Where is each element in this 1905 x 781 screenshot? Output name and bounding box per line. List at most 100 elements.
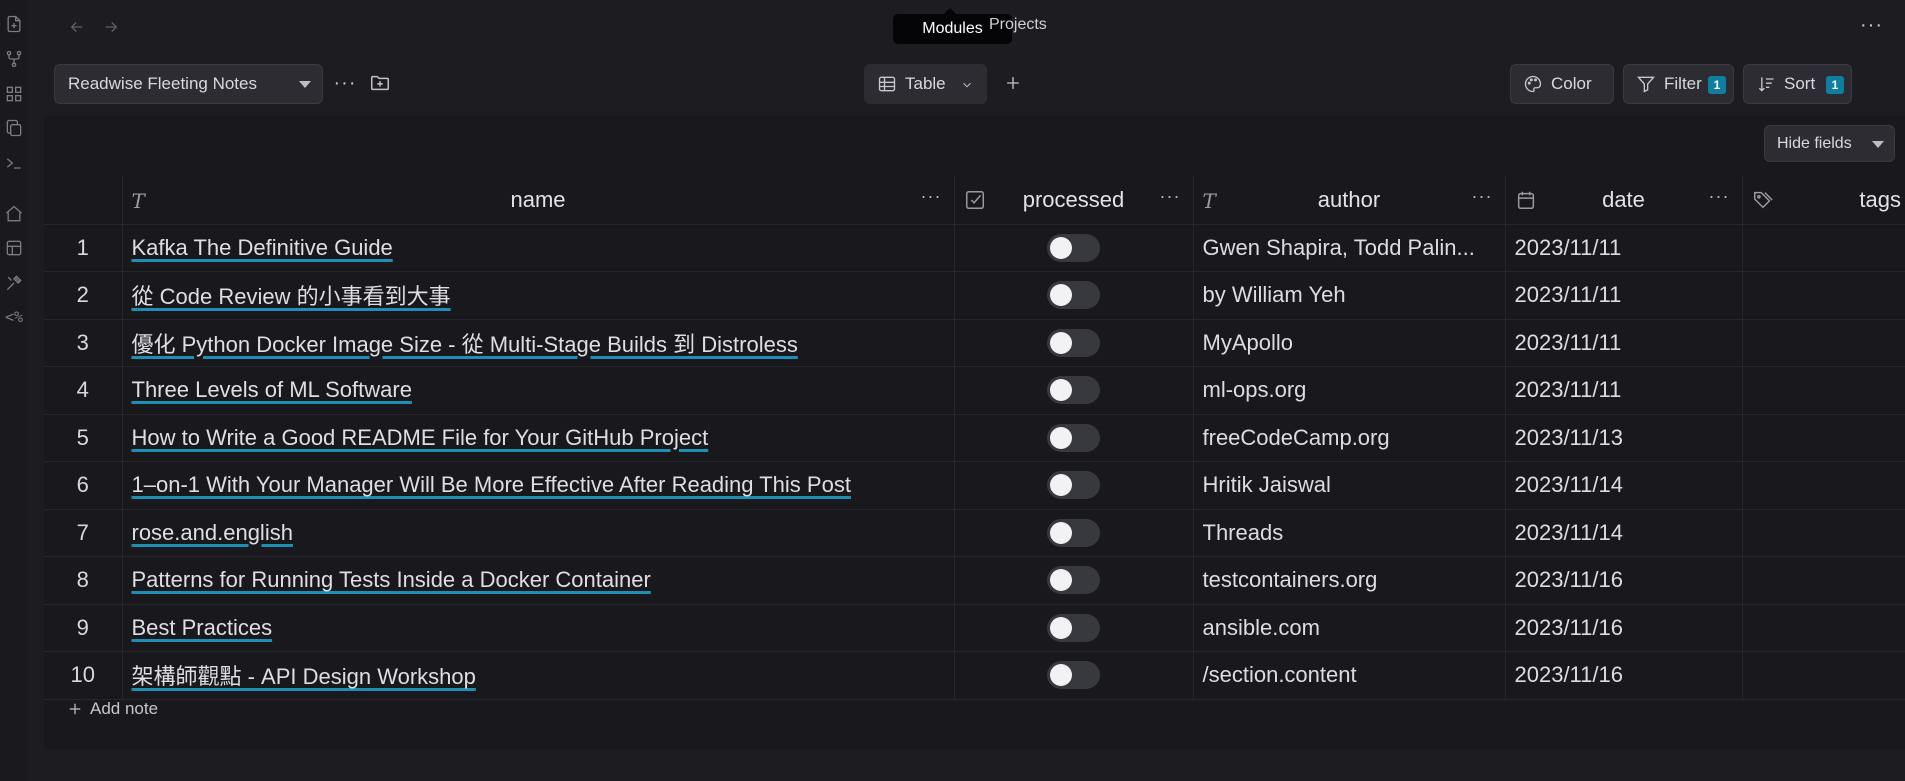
date-cell[interactable]: 2023/11/16 <box>1505 556 1743 605</box>
note-link[interactable]: rose.and.english <box>132 520 293 545</box>
date-cell[interactable]: 2023/11/14 <box>1505 461 1743 510</box>
table-row[interactable]: 4 Three Levels of ML Software ml-ops.org 20… <box>44 366 1905 415</box>
author-cell[interactable]: freeCodeCamp.org <box>1193 414 1506 462</box>
date-cell[interactable]: 2023/11/11 <box>1505 271 1743 320</box>
note-link[interactable]: How to Write a Good README File for Your… <box>132 425 709 450</box>
tab-projects[interactable]: Projects <box>989 16 1047 34</box>
author-cell[interactable]: ml-ops.org <box>1193 366 1506 415</box>
note-link[interactable]: Best Practices <box>132 615 273 640</box>
note-name-cell[interactable]: Patterns for Running Tests Inside a Dock… <box>122 556 955 605</box>
tags-cell[interactable] <box>1742 271 1905 320</box>
column-header-author[interactable]: T author ··· <box>1193 176 1506 225</box>
table-row[interactable]: 1 Kafka The Definitive Guide Gwen Shapira,… <box>44 224 1905 272</box>
tags-cell[interactable] <box>1742 224 1905 272</box>
home-icon[interactable] <box>0 200 28 228</box>
template-icon[interactable]: <% <box>0 303 28 331</box>
tags-cell[interactable] <box>1742 366 1905 415</box>
processed-toggle[interactable] <box>1047 281 1100 310</box>
note-name-cell[interactable]: Best Practices <box>122 604 955 652</box>
copy-icon[interactable] <box>0 114 28 142</box>
file-plus-icon[interactable] <box>0 10 28 38</box>
date-cell[interactable]: 2023/11/14 <box>1505 509 1743 557</box>
table-row[interactable]: 7 rose.and.english Threads 2023/11/14 <box>44 509 1905 557</box>
date-cell[interactable]: 2023/11/11 <box>1505 224 1743 272</box>
database-select[interactable]: Readwise Fleeting Notes <box>54 64 323 104</box>
column-header-name[interactable]: T name ··· <box>122 176 955 225</box>
tags-cell[interactable] <box>1742 509 1905 557</box>
processed-toggle[interactable] <box>1047 328 1100 357</box>
add-view-icon[interactable] <box>998 68 1028 98</box>
tags-cell[interactable] <box>1742 319 1905 367</box>
note-name-cell[interactable]: 從 Code Review 的小事看到大事 <box>122 271 955 320</box>
note-name-cell[interactable]: rose.and.english <box>122 509 955 557</box>
grid-icon[interactable] <box>0 80 28 108</box>
processed-toggle[interactable] <box>1047 566 1100 595</box>
note-link[interactable]: 1–on-1 With Your Manager Will Be More Ef… <box>132 472 851 497</box>
table-row[interactable]: 8 Patterns for Running Tests Inside a Doc… <box>44 556 1905 605</box>
column-menu-icon[interactable]: ··· <box>1709 186 1730 207</box>
sort-button[interactable]: Sort 1 <box>1743 64 1852 104</box>
layout-icon[interactable] <box>0 234 28 262</box>
author-cell[interactable]: testcontainers.org <box>1193 556 1506 605</box>
processed-toggle[interactable] <box>1047 423 1100 452</box>
git-branch-icon[interactable] <box>0 45 28 73</box>
note-name-cell[interactable]: Kafka The Definitive Guide <box>122 224 955 272</box>
author-cell[interactable]: MyApollo <box>1193 319 1506 367</box>
database-more-icon[interactable]: ··· <box>330 68 360 98</box>
hide-fields-button[interactable]: Hide fields <box>1764 125 1895 162</box>
author-cell[interactable]: Threads <box>1193 509 1506 557</box>
more-options-icon[interactable]: ··· <box>1860 14 1883 37</box>
column-header-date[interactable]: date ··· <box>1505 176 1743 225</box>
processed-toggle[interactable] <box>1047 376 1100 405</box>
note-link[interactable]: Kafka The Definitive Guide <box>132 235 393 260</box>
processed-toggle[interactable] <box>1047 661 1100 690</box>
column-menu-icon[interactable]: ··· <box>1160 186 1181 207</box>
note-link[interactable]: Patterns for Running Tests Inside a Dock… <box>132 567 651 592</box>
processed-toggle[interactable] <box>1047 471 1100 500</box>
date-cell[interactable]: 2023/11/11 <box>1505 319 1743 367</box>
note-link[interactable]: 架構師觀點 - API Design Workshop <box>132 664 476 689</box>
table-row[interactable]: 5 How to Write a Good README File for You… <box>44 414 1905 462</box>
note-name-cell[interactable]: How to Write a Good README File for Your… <box>122 414 955 462</box>
date-cell[interactable]: 2023/11/13 <box>1505 414 1743 462</box>
filter-button[interactable]: Filter 1 <box>1623 64 1734 104</box>
tags-cell[interactable] <box>1742 556 1905 605</box>
tags-cell[interactable] <box>1742 604 1905 652</box>
date-cell[interactable]: 2023/11/11 <box>1505 366 1743 415</box>
tags-cell[interactable] <box>1742 414 1905 462</box>
processed-toggle[interactable] <box>1047 233 1100 262</box>
folder-plus-icon[interactable] <box>365 68 395 98</box>
processed-toggle[interactable] <box>1047 613 1100 642</box>
note-name-cell[interactable]: 1–on-1 With Your Manager Will Be More Ef… <box>122 461 955 510</box>
author-cell[interactable]: Hritik Jaiswal <box>1193 461 1506 510</box>
note-name-cell[interactable]: Three Levels of ML Software <box>122 366 955 415</box>
author-cell[interactable]: /section.content <box>1193 651 1506 700</box>
note-name-cell[interactable]: 優化 Python Docker Image Size - 從 Multi-St… <box>122 319 955 367</box>
date-cell[interactable]: 2023/11/16 <box>1505 604 1743 652</box>
author-cell[interactable]: by William Yeh <box>1193 271 1506 320</box>
back-arrow-icon[interactable] <box>66 16 88 38</box>
table-row[interactable]: 6 1–on-1 With Your Manager Will Be More E… <box>44 461 1905 510</box>
author-cell[interactable]: ansible.com <box>1193 604 1506 652</box>
column-menu-icon[interactable]: ··· <box>1472 186 1493 207</box>
table-row[interactable]: 3 優化 Python Docker Image Size - 從 Multi-S… <box>44 319 1905 367</box>
date-cell[interactable]: 2023/11/16 <box>1505 651 1743 700</box>
note-name-cell[interactable]: 架構師觀點 - API Design Workshop <box>122 651 955 700</box>
view-select-button[interactable]: Table <box>864 64 987 104</box>
tags-cell[interactable] <box>1742 461 1905 510</box>
color-button[interactable]: Color <box>1510 64 1614 104</box>
tags-cell[interactable] <box>1742 651 1905 700</box>
column-header-tags[interactable]: tags <box>1742 176 1905 225</box>
note-link[interactable]: Three Levels of ML Software <box>132 377 412 402</box>
note-link[interactable]: 優化 Python Docker Image Size - 從 Multi-St… <box>132 332 798 357</box>
tools-icon[interactable] <box>0 269 28 297</box>
table-row[interactable]: 10 架構師觀點 - API Design Workshop/section.co… <box>44 651 1905 700</box>
table-row[interactable]: 9 Best Practices ansible.com 2023/11/16 <box>44 604 1905 652</box>
forward-arrow-icon[interactable] <box>100 16 122 38</box>
note-link[interactable]: 從 Code Review 的小事看到大事 <box>132 284 451 309</box>
column-header-processed[interactable]: processed ··· <box>954 176 1194 225</box>
table-row[interactable]: 2 從 Code Review 的小事看到大事 by William Yeh 2023… <box>44 271 1905 320</box>
processed-toggle[interactable] <box>1047 518 1100 547</box>
column-menu-icon[interactable]: ··· <box>921 186 942 207</box>
terminal-icon[interactable] <box>0 149 28 177</box>
